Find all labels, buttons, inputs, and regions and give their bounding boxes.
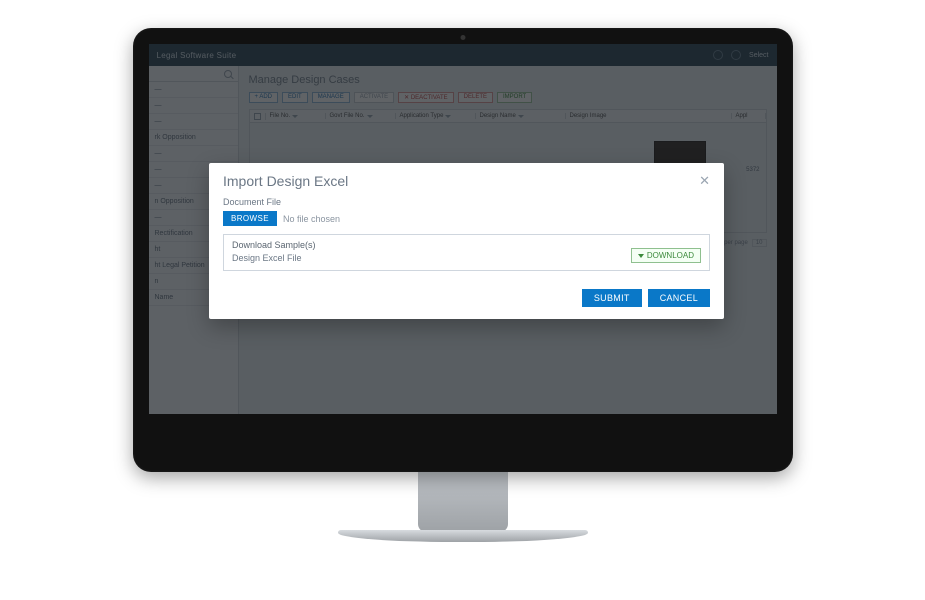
download-sample-heading: Download Sample(s)	[232, 240, 316, 250]
download-button[interactable]: DOWNLOAD	[631, 248, 701, 263]
cancel-button[interactable]: CANCEL	[648, 289, 710, 307]
import-modal: Import Design Excel ✕ Document File BROW…	[209, 163, 724, 319]
submit-button[interactable]: SUBMIT	[582, 289, 642, 307]
close-icon[interactable]: ✕	[699, 173, 710, 189]
document-file-label: Document File	[223, 197, 710, 207]
sample-file-name: Design Excel File	[232, 253, 316, 263]
monitor-stand-base	[338, 530, 588, 542]
camera-dot	[460, 35, 465, 40]
browse-button[interactable]: BROWSE	[223, 211, 277, 226]
sample-box: Download Sample(s) Design Excel File DOW…	[223, 234, 710, 271]
download-icon	[638, 254, 644, 258]
file-status: No file chosen	[283, 214, 340, 224]
download-label: DOWNLOAD	[647, 251, 694, 260]
monitor-stand-neck	[418, 472, 508, 532]
modal-title: Import Design Excel	[223, 173, 348, 189]
